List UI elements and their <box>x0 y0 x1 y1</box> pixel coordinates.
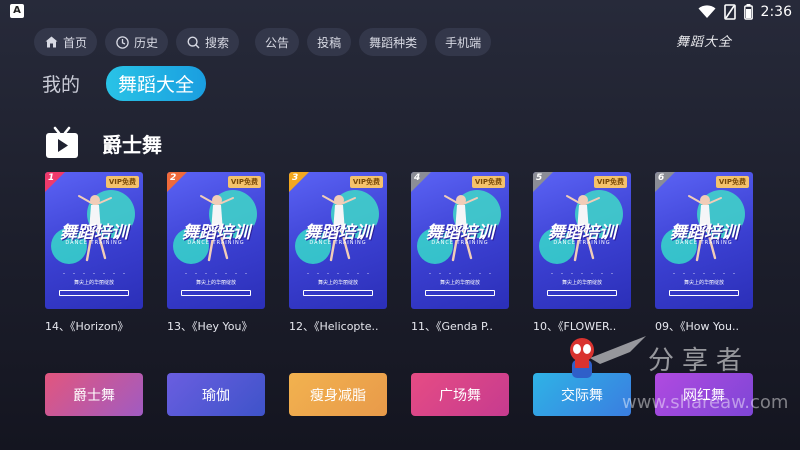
poster-image: 舞蹈培训 DANCE TRAINING 舞尖上的华丽绽放 VIP免费 6 <box>655 172 753 309</box>
video-title: 12、《Helicopte.. <box>289 320 379 333</box>
status-icons: 2:36 <box>698 2 792 22</box>
poster-tagline: 舞尖上的华丽绽放 <box>439 280 480 286</box>
nav-mobile-label: 手机端 <box>445 35 482 50</box>
nav-submit-label: 投稿 <box>317 35 342 50</box>
poster-tagline: 舞尖上的华丽绽放 <box>561 280 602 286</box>
poster-tagline: 舞尖上的华丽绽放 <box>683 280 724 286</box>
rank-badge: 1 <box>45 172 65 192</box>
nav-home-label: 首页 <box>63 35 88 50</box>
rank-badge: 5 <box>533 172 553 192</box>
poster-image: 舞蹈培训 DANCE TRAINING 舞尖上的华丽绽放 VIP免费 3 <box>289 172 387 309</box>
video-title: 11、《Genda P.. <box>411 320 493 333</box>
poster-image: 舞蹈培训 DANCE TRAINING 舞尖上的华丽绽放 VIP免费 1 <box>45 172 143 309</box>
status-bar: A 2:36 <box>0 0 800 24</box>
rank-badge: 4 <box>411 172 431 192</box>
category-label: 瘦身减脂 <box>310 387 366 404</box>
category-tabs: 我的 舞蹈大全 <box>42 66 207 101</box>
category-label: 交际舞 <box>561 387 603 404</box>
vip-badge: VIP免费 <box>349 176 383 188</box>
video-card-row: 舞蹈培训 DANCE TRAINING 舞尖上的华丽绽放 VIP免费 1 14、… <box>45 172 765 337</box>
clock: 2:36 <box>760 4 792 20</box>
nav-submit-button[interactable]: 投稿 <box>307 28 352 56</box>
rank-badge: 6 <box>655 172 675 192</box>
rank-badge: 2 <box>167 172 187 192</box>
nav-notice-label: 公告 <box>265 35 290 50</box>
poster-subtitle: DANCE TRAINING <box>553 240 611 246</box>
video-title: 10、《FLOWER.. <box>533 320 617 333</box>
category-label: 爵士舞 <box>73 387 115 404</box>
video-title: 09、《How You.. <box>655 320 739 333</box>
vip-badge: VIP免费 <box>715 176 749 188</box>
category-button[interactable]: 爵士舞 <box>45 373 143 416</box>
app-notification-icon: A <box>10 4 24 18</box>
category-label: 瑜伽 <box>202 387 230 404</box>
vip-badge: VIP免费 <box>105 176 139 188</box>
nav-notice-button[interactable]: 公告 <box>255 28 300 56</box>
section-title: 爵士舞 <box>102 132 162 157</box>
vip-badge: VIP免费 <box>471 176 505 188</box>
watermark-text: 分享者 <box>648 346 751 376</box>
nav-types-button[interactable]: 舞蹈种类 <box>359 28 428 56</box>
video-card[interactable]: 舞蹈培训 DANCE TRAINING 舞尖上的华丽绽放 VIP免费 4 11、… <box>411 172 509 334</box>
poster-tagline: 舞尖上的华丽绽放 <box>195 280 236 286</box>
poster-tagline: 舞尖上的华丽绽放 <box>73 280 114 286</box>
category-button[interactable]: 瑜伽 <box>167 373 265 416</box>
video-title: 13、《Hey You》 <box>167 320 253 333</box>
category-buttons: 爵士舞 瑜伽 瘦身减脂 广场舞 交际舞 网红舞 <box>45 373 755 416</box>
nav-search-button[interactable]: 搜索 <box>176 28 240 56</box>
category-button[interactable]: 广场舞 <box>411 373 509 416</box>
category-label: 广场舞 <box>439 387 481 404</box>
nav-types-label: 舞蹈种类 <box>369 35 418 50</box>
poster-subtitle: DANCE TRAINING <box>65 240 123 246</box>
nav-home-button[interactable]: 首页 <box>34 28 98 56</box>
section-header: 爵士舞 <box>44 125 162 161</box>
poster-image: 舞蹈培训 DANCE TRAINING 舞尖上的华丽绽放 VIP免费 5 <box>533 172 631 309</box>
clock-icon <box>115 35 129 49</box>
vip-badge: VIP免费 <box>593 176 627 188</box>
poster-subtitle: DANCE TRAINING <box>675 240 733 246</box>
tv-play-icon <box>44 125 80 161</box>
home-icon <box>44 35 58 49</box>
app-logo: 舞蹈大全 <box>676 35 733 50</box>
category-button[interactable]: 交际舞 <box>533 373 631 416</box>
battery-icon <box>743 4 753 20</box>
wifi-icon <box>698 5 716 19</box>
no-sim-icon <box>723 4 736 20</box>
vip-badge: VIP免费 <box>227 176 261 188</box>
poster-image: 舞蹈培训 DANCE TRAINING 舞尖上的华丽绽放 VIP免费 4 <box>411 172 509 309</box>
poster-subtitle: DANCE TRAINING <box>431 240 489 246</box>
category-button[interactable]: 网红舞 <box>655 373 753 416</box>
nav-history-button[interactable]: 历史 <box>105 28 169 56</box>
nav-mobile-button[interactable]: 手机端 <box>435 28 492 56</box>
poster-tagline: 舞尖上的华丽绽放 <box>317 280 358 286</box>
video-card[interactable]: 舞蹈培训 DANCE TRAINING 舞尖上的华丽绽放 VIP免费 6 09、… <box>655 172 753 334</box>
poster-subtitle: DANCE TRAINING <box>187 240 245 246</box>
search-icon <box>186 35 200 49</box>
tab-dance-all[interactable]: 舞蹈大全 <box>106 66 207 101</box>
category-label: 网红舞 <box>683 387 725 404</box>
rank-badge: 3 <box>289 172 309 192</box>
video-card[interactable]: 舞蹈培训 DANCE TRAINING 舞尖上的华丽绽放 VIP免费 2 13、… <box>167 172 265 334</box>
video-title: 14、《Horizon》 <box>45 320 129 333</box>
video-card[interactable]: 舞蹈培训 DANCE TRAINING 舞尖上的华丽绽放 VIP免费 5 10、… <box>533 172 631 334</box>
poster-image: 舞蹈培训 DANCE TRAINING 舞尖上的华丽绽放 VIP免费 2 <box>167 172 265 309</box>
category-button[interactable]: 瘦身减脂 <box>289 373 387 416</box>
top-nav: 首页 历史 搜索 公告 投稿 舞蹈种类 手机端 <box>34 28 492 56</box>
nav-history-label: 历史 <box>134 35 159 50</box>
poster-subtitle: DANCE TRAINING <box>309 240 367 246</box>
nav-search-label: 搜索 <box>205 35 230 50</box>
tab-mine[interactable]: 我的 <box>42 70 80 97</box>
video-card[interactable]: 舞蹈培训 DANCE TRAINING 舞尖上的华丽绽放 VIP免费 1 14、… <box>45 172 143 334</box>
video-card[interactable]: 舞蹈培训 DANCE TRAINING 舞尖上的华丽绽放 VIP免费 3 12、… <box>289 172 387 334</box>
